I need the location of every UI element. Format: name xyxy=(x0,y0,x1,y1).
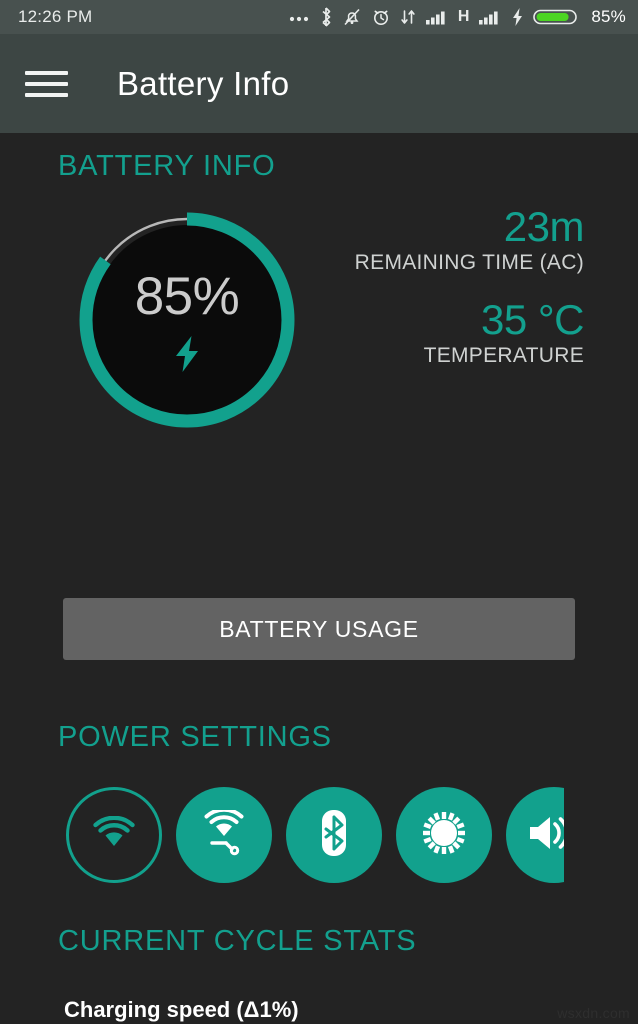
wifi-settings-toggle[interactable] xyxy=(176,787,272,883)
status-bar-battery-percent: 85% xyxy=(591,7,626,26)
content-area: BATTERY INFO 85% 23m REMAINING TIME (AC)… xyxy=(0,133,638,1024)
watermark: wsxdn.com xyxy=(557,1005,630,1021)
remaining-time-value: 23m xyxy=(503,203,585,250)
menu-line xyxy=(25,70,68,75)
menu-line xyxy=(25,92,68,97)
charging-bolt-icon xyxy=(172,334,202,374)
battery-icon xyxy=(533,7,579,27)
network-type-label: H xyxy=(457,8,470,25)
volume-icon xyxy=(524,811,564,860)
app-bar: Battery Info xyxy=(0,34,638,133)
temperature-value: 35 °C xyxy=(480,295,585,343)
power-settings-heading: POWER SETTINGS xyxy=(58,721,332,753)
bluetooth-icon xyxy=(317,809,351,862)
notifications-off-icon xyxy=(342,7,362,27)
battery-info-section: BATTERY INFO 85% 23m REMAINING TIME (AC)… xyxy=(0,133,638,433)
alarm-icon xyxy=(371,7,391,27)
data-transfer-icon xyxy=(400,7,416,27)
brightness-toggle[interactable] xyxy=(396,787,492,883)
menu-line xyxy=(25,81,68,86)
status-bar-clock: 12:26 PM xyxy=(18,7,93,26)
cycle-stats-list: Charging speed (Δ1%) n/a Charger plugged… xyxy=(64,988,584,1024)
power-settings-toggles xyxy=(66,785,638,885)
cycle-stats-heading: CURRENT CYCLE STATS xyxy=(58,925,417,957)
battery-info-heading: BATTERY INFO xyxy=(58,150,276,182)
cycle-stat-row: Charging speed (Δ1%) n/a xyxy=(64,988,584,1024)
volume-toggle[interactable] xyxy=(506,787,564,883)
more-horizontal-icon xyxy=(288,8,310,26)
status-bar: 12:26 PM H 85% xyxy=(0,0,638,34)
charging-bolt-icon xyxy=(511,7,524,27)
battery-info-app: 12:26 PM H 85% Battery Info BATTERY INFO… xyxy=(0,0,638,1024)
battery-level-ring: 85% xyxy=(79,212,295,428)
cycle-stat-key: Charging speed (Δ1%) xyxy=(64,997,299,1022)
remaining-time-label: REMAINING TIME (AC) xyxy=(354,250,584,274)
temperature-label: TEMPERATURE xyxy=(423,343,584,367)
battery-stats: 23m REMAINING TIME (AC) 35 °C TEMPERATUR… xyxy=(354,203,585,368)
signal-bars-icon xyxy=(425,8,449,26)
ring-center-content: 85% xyxy=(79,212,295,428)
wifi-toggle[interactable] xyxy=(66,787,162,883)
hamburger-menu-icon[interactable] xyxy=(25,70,87,97)
battery-level-percent: 85% xyxy=(134,267,240,326)
wifi-icon xyxy=(92,815,136,855)
wifi-settings-icon xyxy=(198,807,250,861)
status-bar-icons: H 85% xyxy=(288,7,626,27)
page-title: Battery Info xyxy=(117,64,290,102)
bluetooth-toggle[interactable] xyxy=(286,787,382,883)
brightness-sun-icon xyxy=(420,809,468,862)
bluetooth-icon xyxy=(319,7,333,27)
signal-bars-icon xyxy=(478,8,502,26)
battery-usage-button[interactable]: BATTERY USAGE xyxy=(63,598,575,660)
